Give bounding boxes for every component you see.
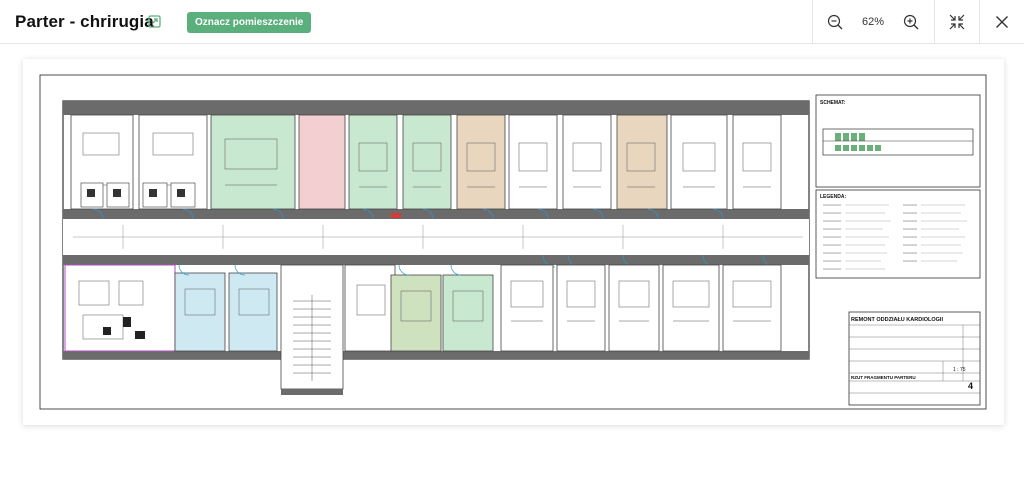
viewer-header: Parter - chrirugia Oznacz pomieszczenie … bbox=[0, 0, 1024, 44]
close-icon bbox=[995, 15, 1009, 29]
zoom-level: 62% bbox=[861, 16, 885, 28]
zoom-in-icon[interactable] bbox=[903, 14, 919, 30]
zoom-controls: 62% bbox=[812, 0, 934, 44]
page-title: Parter - chrirugia bbox=[15, 12, 154, 31]
close-button[interactable] bbox=[979, 0, 1024, 44]
schema-label: SCHEMAT: bbox=[820, 100, 846, 106]
external-link-icon[interactable] bbox=[148, 15, 161, 28]
collapse-button[interactable] bbox=[934, 0, 979, 44]
drawing-scale: 1 : 75 bbox=[953, 367, 966, 373]
floor-plan-drawing: SCHEMAT: LEGENDA: REMONT ODDZIAŁU KARDIO… bbox=[39, 74, 987, 410]
sheet-number: 4 bbox=[968, 381, 973, 391]
mark-room-button[interactable]: Oznacz pomieszczenie bbox=[187, 12, 312, 33]
sheet-subtitle: RZUT FRAGMENTU PARTERU bbox=[851, 375, 916, 380]
floor-plan-sheet[interactable]: SCHEMAT: LEGENDA: REMONT ODDZIAŁU KARDIO… bbox=[23, 59, 1004, 425]
project-title: REMONT ODDZIAŁU KARDIOLOGII bbox=[851, 317, 943, 323]
zoom-out-icon[interactable] bbox=[827, 14, 843, 30]
legend-label: LEGENDA: bbox=[820, 194, 846, 200]
collapse-icon bbox=[948, 13, 966, 31]
